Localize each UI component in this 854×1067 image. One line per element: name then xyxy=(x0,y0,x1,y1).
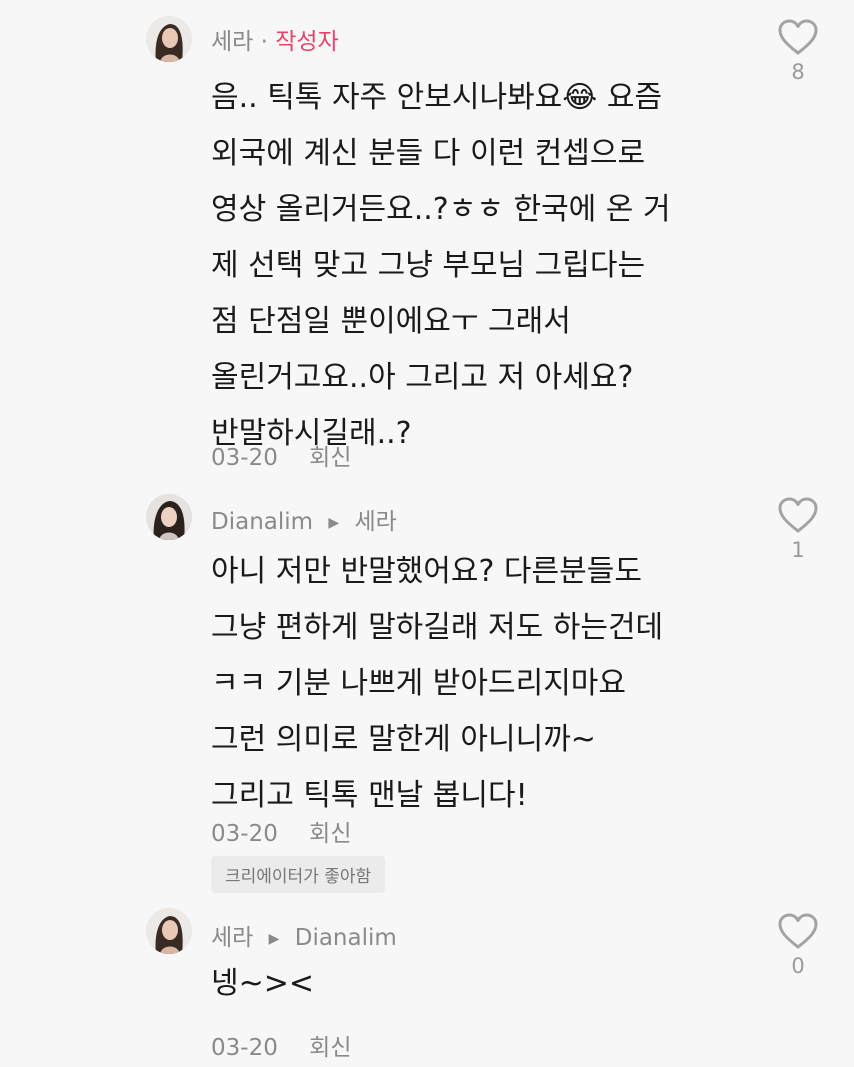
comment-body: 음.. 틱톡 자주 안보시나봐요😂 요즘 외국에 계신 분들 다 이런 컨셉으로… xyxy=(211,70,771,462)
reply-to-name[interactable]: Dianalim xyxy=(295,925,397,951)
author-name[interactable]: 세라 xyxy=(211,925,253,951)
comment-header: 세라 · 작성자 xyxy=(211,22,339,56)
author-name[interactable]: 세라 xyxy=(211,29,253,55)
like-count: 8 xyxy=(791,60,805,84)
comment-body: 아니 저만 반말했어요? 다른분들도 그냥 편하게 말하길래 저도 하는건데 ㅋ… xyxy=(211,544,771,824)
avatar[interactable] xyxy=(146,16,192,62)
reply-button[interactable]: 회신 xyxy=(309,1035,351,1061)
comment-line: 음.. 틱톡 자주 안보시나봐요😂 요즘 xyxy=(211,80,663,115)
reply-to-name[interactable]: 세라 xyxy=(354,509,396,535)
comment-line: 제 선택 맞고 그냥 부모님 그립다는 xyxy=(211,248,646,283)
reply-button[interactable]: 회신 xyxy=(309,445,351,471)
comment-line: 그런 의미로 말한게 아니니까~ xyxy=(211,722,596,757)
like-button[interactable]: 8 xyxy=(774,18,822,84)
separator: · xyxy=(260,29,268,55)
heart-outline-icon xyxy=(778,19,818,55)
comment-line: 점 단점일 뿐이에요ㅜ 그래서 xyxy=(211,304,571,339)
comment-line: 외국에 계신 분들 다 이런 컨셉으로 xyxy=(211,136,646,171)
like-count: 0 xyxy=(791,954,805,978)
avatar[interactable] xyxy=(146,908,192,954)
like-button[interactable]: 1 xyxy=(774,496,822,562)
reply-button[interactable]: 회신 xyxy=(309,821,351,847)
comment-line: 영상 올리거든요..?ㅎㅎ 한국에 온 거 xyxy=(211,192,671,227)
creator-liked-badge: 크리에이터가 좋아함 xyxy=(211,856,386,893)
like-count: 1 xyxy=(791,538,805,562)
comment-body: 넹~>< xyxy=(211,956,771,1012)
comment-line: 아니 저만 반말했어요? 다른분들도 xyxy=(211,554,642,589)
avatar[interactable] xyxy=(146,494,192,540)
comment-line: ㅋㅋ 기분 나쁘게 받아드리지마요 xyxy=(211,666,627,701)
comment-date: 03-20 xyxy=(211,445,278,471)
comment-header: Dianalim ▶ 세라 xyxy=(211,502,397,536)
comment-meta: 03-20 회신 xyxy=(211,438,351,472)
comment-meta: 03-20 회신 xyxy=(211,1028,351,1062)
comment-line: 넹~>< xyxy=(211,966,315,1001)
like-button[interactable]: 0 xyxy=(774,912,822,978)
author-tag: 작성자 xyxy=(275,29,339,55)
comment-line: 그냥 편하게 말하길래 저도 하는건데 xyxy=(211,610,664,645)
heart-outline-icon xyxy=(778,913,818,949)
heart-outline-icon xyxy=(778,497,818,533)
triangle-right-icon: ▶ xyxy=(268,931,280,947)
comment-date: 03-20 xyxy=(211,821,278,847)
comment-meta: 03-20 회신 xyxy=(211,814,351,848)
comment-date: 03-20 xyxy=(211,1035,278,1061)
author-name[interactable]: Dianalim xyxy=(211,509,313,535)
comment-header: 세라 ▶ Dianalim xyxy=(211,918,397,952)
triangle-right-icon: ▶ xyxy=(328,515,340,531)
comment-line: 올린거고요..아 그리고 저 아세요? xyxy=(211,360,634,395)
